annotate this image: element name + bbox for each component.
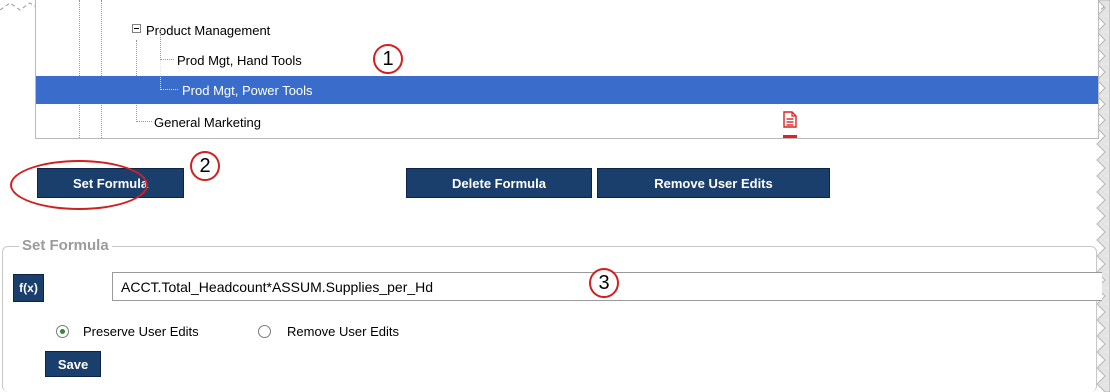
- tree-connector-line: [160, 59, 174, 60]
- hierarchy-tree: Product Management Prod Mgt, Hand Tools …: [35, 0, 1099, 139]
- tree-item-power-tools[interactable]: Prod Mgt, Power Tools: [36, 60, 1098, 104]
- tree-item-product-management[interactable]: Product Management: [36, 16, 1098, 44]
- set-formula-button[interactable]: Set Formula: [37, 168, 184, 198]
- document-icon[interactable]: [783, 111, 797, 128]
- preserve-user-edits-radio[interactable]: [56, 325, 69, 338]
- save-button[interactable]: Save: [45, 351, 101, 377]
- remove-user-edits-button[interactable]: Remove User Edits: [597, 168, 830, 198]
- tree-connector-line: [136, 121, 152, 122]
- radio-label: Preserve User Edits: [83, 324, 199, 339]
- delete-formula-button[interactable]: Delete Formula: [406, 168, 592, 198]
- tree-branch-line: [160, 28, 161, 60]
- radio-label: Remove User Edits: [287, 324, 399, 339]
- panel-legend: Set Formula: [19, 237, 112, 254]
- callout-marker: 2: [190, 151, 220, 181]
- tree-item-label: Product Management: [146, 23, 271, 38]
- tree-item-hand-tools[interactable]: Prod Mgt, Hand Tools: [36, 28, 1098, 74]
- callout-marker: 1: [373, 44, 403, 74]
- tree-item-general-marketing[interactable]: General Marketing: [36, 108, 1098, 136]
- tree-connector-line: [160, 89, 178, 90]
- callout-marker: 3: [589, 268, 619, 298]
- tree-item-label: Prod Mgt, Power Tools: [182, 83, 313, 98]
- tree-branch-line: [160, 60, 161, 90]
- set-formula-panel: Set Formula f(x) Preserve User Edits Rem…: [2, 237, 1102, 392]
- document-icon: [783, 135, 797, 138]
- formula-function-button[interactable]: f(x): [13, 274, 44, 302]
- collapse-icon[interactable]: [132, 24, 141, 33]
- remove-user-edits-radio[interactable]: [258, 325, 271, 338]
- tree-item-label: Prod Mgt, Hand Tools: [177, 53, 302, 68]
- tree-item-label: General Marketing: [154, 115, 261, 130]
